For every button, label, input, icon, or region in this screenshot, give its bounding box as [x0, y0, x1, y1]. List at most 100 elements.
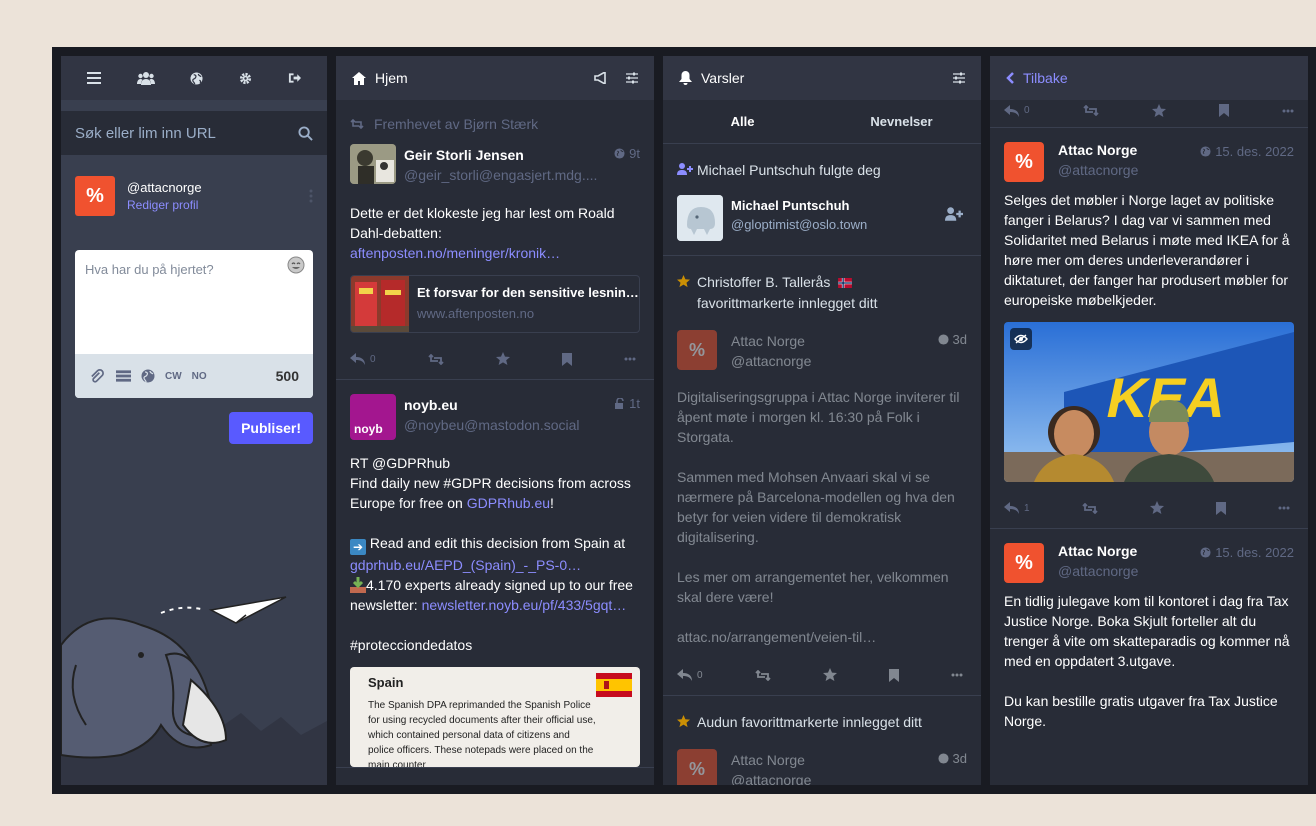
favourite-star-icon[interactable] — [495, 352, 510, 366]
favourite-star-icon[interactable] — [1149, 501, 1164, 515]
chevron-left-icon[interactable] — [1006, 72, 1014, 84]
search-icon[interactable] — [298, 125, 313, 141]
status-time[interactable]: 3d — [937, 751, 967, 766]
avatar[interactable]: % — [1004, 543, 1044, 583]
boost-icon — [350, 119, 364, 129]
reply-button[interactable]: 0 — [350, 353, 376, 365]
status-link[interactable]: gdprhub.eu/AEPD_(Spain)_-_PS-0… — [350, 557, 581, 573]
status-time[interactable]: 15. des. 2022 — [1200, 545, 1294, 560]
avatar[interactable]: % — [677, 749, 717, 785]
display-name[interactable]: noyb.eu — [404, 397, 640, 413]
poll-icon[interactable] — [116, 370, 131, 382]
account-name[interactable]: @attacnorge — [731, 772, 931, 785]
hashtag-link[interactable]: #protecciondedatos — [350, 637, 472, 653]
edit-profile-link[interactable]: Rediger profil — [127, 198, 309, 212]
users-icon[interactable] — [136, 71, 155, 85]
paperclip-icon[interactable] — [89, 368, 104, 384]
more-horizontal-icon[interactable] — [624, 357, 636, 361]
avatar[interactable]: % — [677, 330, 717, 370]
column-settings-icon[interactable] — [626, 72, 638, 84]
menu-icon[interactable] — [86, 72, 101, 84]
account-name[interactable]: @geir_storli@engasjert.mdg.... — [404, 167, 604, 183]
status-attac-taxjustice[interactable]: % 15. des. 2022 Attac Norge @attacnorge … — [990, 529, 1308, 731]
more-horizontal-icon[interactable] — [1278, 506, 1290, 510]
hide-media-icon[interactable] — [1010, 328, 1032, 350]
status-paragraph: Les mer om arrangementet her, velkommen … — [677, 569, 949, 605]
status-link[interactable]: newsletter.noyb.eu/pf/433/5gqt… — [422, 597, 627, 613]
reply-button[interactable]: 0 — [1004, 104, 1030, 117]
account-name[interactable]: @attacnorge — [731, 353, 931, 369]
avatar[interactable]: % — [1004, 142, 1044, 182]
back-button[interactable]: Tilbake — [1023, 70, 1292, 86]
reply-button[interactable]: 0 — [677, 669, 703, 681]
account-name[interactable]: @noybeu@mastodon.social — [404, 417, 604, 433]
more-horizontal-icon[interactable] — [951, 673, 963, 677]
compose-column: Søk eller lim inn URL % @attacnorge Redi… — [61, 56, 327, 785]
favourite-notification[interactable]: Christoffer B. Tallerås favorittmarkerte… — [663, 256, 981, 696]
display-name[interactable]: Attac Norge — [731, 333, 967, 349]
status-boosted[interactable]: Fremhevet av Bjørn Stærk 9t Geir Storli … — [336, 100, 654, 380]
more-horizontal-icon[interactable] — [1282, 109, 1294, 113]
globe-icon[interactable] — [190, 71, 204, 85]
link-card[interactable]: Et forsvar for den sensitive lesning... … — [350, 275, 640, 333]
search-input[interactable]: Søk eller lim inn URL — [61, 111, 327, 155]
avatar[interactable] — [677, 195, 723, 241]
notifications-header[interactable]: Varsler — [663, 56, 981, 100]
bookmark-icon[interactable] — [1215, 501, 1226, 515]
bookmark-icon[interactable] — [888, 668, 899, 682]
boost-button[interactable] — [755, 669, 771, 681]
avatar[interactable] — [350, 144, 396, 184]
reply-button[interactable]: 1 — [1004, 502, 1030, 514]
follow-button[interactable] — [945, 207, 963, 221]
bookmark-icon[interactable] — [1218, 104, 1229, 117]
display-name[interactable]: Attac Norge — [731, 752, 967, 768]
status-time[interactable]: 15. des. 2022 — [1200, 144, 1294, 159]
media-image[interactable]: KEA — [1004, 322, 1294, 482]
boost-button[interactable] — [428, 353, 444, 365]
favourite-star-icon[interactable] — [822, 668, 837, 682]
bookmark-icon[interactable] — [561, 352, 572, 366]
boost-button[interactable] — [1083, 105, 1099, 116]
display-name[interactable]: Geir Storli Jensen — [404, 147, 640, 163]
logout-icon[interactable] — [288, 72, 302, 84]
language-button[interactable]: NO — [192, 371, 207, 382]
status-time[interactable]: 1t — [615, 396, 640, 411]
more-vertical-icon[interactable] — [309, 189, 313, 203]
app-frame: Søk eller lim inn URL % @attacnorge Redi… — [52, 47, 1316, 794]
column-settings-icon[interactable] — [953, 72, 965, 84]
status-attac-ikea[interactable]: % 15. des. 2022 Attac Norge @attacnorge … — [990, 128, 1308, 529]
boost-button[interactable] — [1082, 502, 1098, 514]
status-link[interactable]: attac.no/arrangement/veien-til… — [677, 627, 967, 647]
card-thumbnail — [351, 276, 409, 332]
favourite-notification[interactable]: Audun favorittmarkerte innlegget ditt % … — [663, 696, 981, 785]
status-link[interactable]: aftenposten.no/meninger/kronik… — [350, 245, 560, 261]
tab-mentions[interactable]: Nevnelser — [822, 100, 981, 143]
emoji-picker-icon[interactable] — [287, 256, 305, 274]
favourite-star-icon[interactable] — [1151, 103, 1166, 118]
account-name[interactable]: @attacnorge — [1058, 563, 1258, 579]
status-content: Dette er det klokeste jeg har lest om Ro… — [350, 203, 640, 263]
globe-icon[interactable] — [141, 369, 155, 383]
account-name[interactable]: @attacnorge — [1058, 162, 1258, 178]
media-image[interactable]: Spain The Spanish DPA reprimanded the Sp… — [350, 667, 640, 767]
account-name[interactable]: @gloptimist@oslo.town — [731, 217, 967, 232]
star-icon — [677, 275, 697, 288]
tab-all[interactable]: Alle — [663, 100, 822, 143]
account-avatar[interactable]: % — [75, 176, 115, 216]
avatar[interactable]: noyb — [350, 394, 396, 440]
announcements-icon[interactable] — [594, 72, 608, 84]
cw-button[interactable]: CW — [165, 371, 182, 382]
account-handle[interactable]: @attacnorge — [127, 180, 309, 195]
status-line: Read and edit this decision from Spain a… — [366, 535, 626, 551]
display-name[interactable]: Michael Puntschuh — [731, 198, 967, 213]
status-link[interactable]: GDPRhub.eu — [467, 495, 550, 511]
compose-box[interactable]: Hva har du på hjertet? CW NO 500 — [75, 250, 313, 398]
status-time[interactable]: 3d — [937, 332, 967, 347]
favourited-by[interactable]: Christoffer B. Tallerås — [697, 274, 830, 290]
publish-button[interactable]: Publiser! — [229, 412, 313, 444]
follow-notification[interactable]: Michael Puntschuh fulgte deg Michael Pun… — [663, 144, 981, 256]
status-time[interactable]: 9t — [614, 146, 640, 161]
home-header[interactable]: Hjem — [336, 56, 654, 100]
gear-icon[interactable] — [239, 72, 252, 85]
status-noyb[interactable]: noyb 1t noyb.eu @noybeu@mastodon.social … — [336, 380, 654, 768]
